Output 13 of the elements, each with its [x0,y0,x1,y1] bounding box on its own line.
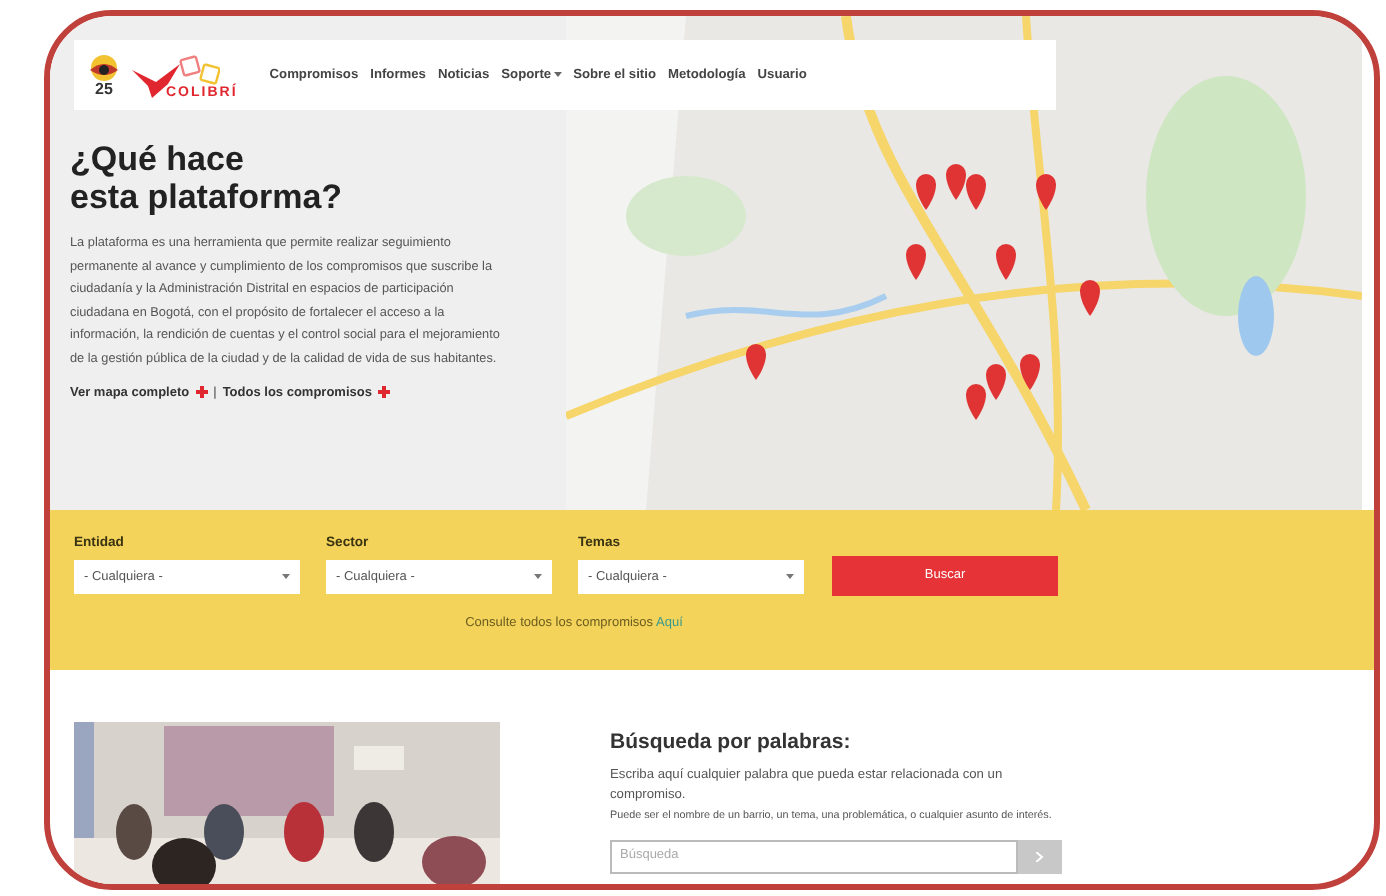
chevron-icon [1036,851,1044,862]
anniversary-number: 25 [95,81,113,97]
caret-icon [553,71,562,78]
heading-line: ¿Qué hace [70,140,246,178]
caret-icon [786,574,794,581]
section-heading: Búsqueda por palabras: [610,728,853,758]
heading-line: esta plataforma? [70,178,345,216]
caret-icon [282,574,290,581]
plus-icon [195,386,208,399]
submit-button[interactable] [1018,839,1062,874]
caret-icon [534,574,542,581]
plus-icon [377,386,390,399]
emblem-icon [86,53,122,81]
